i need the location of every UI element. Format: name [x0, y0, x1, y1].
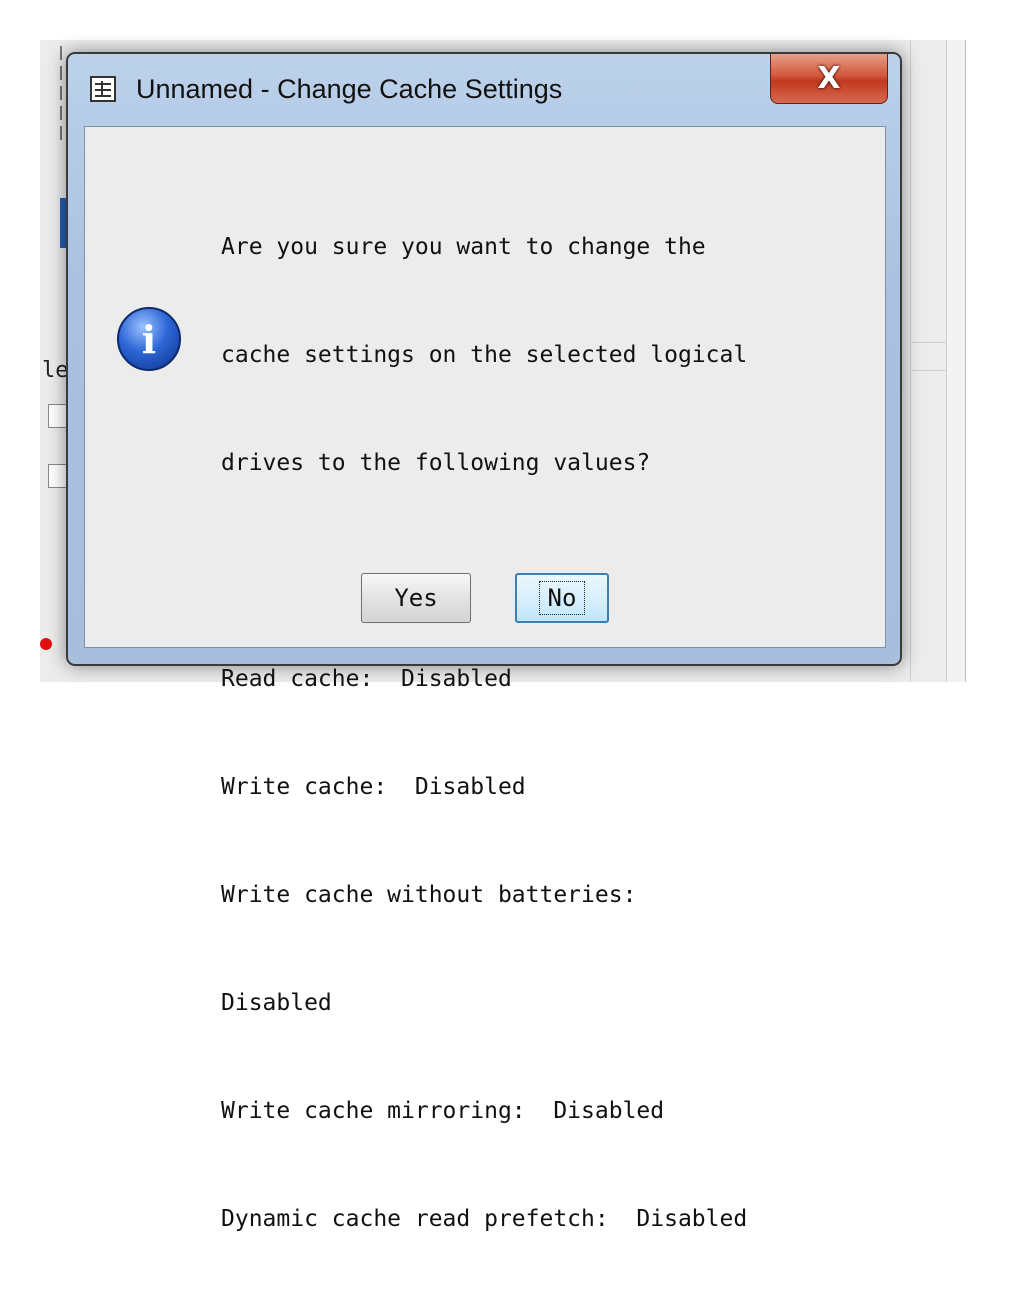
confirmation-message: Are you sure you want to change the cach… [221, 157, 747, 1309]
dialog-content: i Are you sure you want to change the ca… [84, 126, 886, 1232]
dialog-title: Unnamed - Change Cache Settings [136, 74, 563, 104]
message-line: Write cache mirroring: Disabled [221, 1098, 665, 1124]
close-icon: X [817, 61, 841, 96]
no-button-label: No [538, 581, 586, 615]
yes-button[interactable]: Yes [361, 573, 471, 623]
close-button[interactable]: X [770, 54, 888, 104]
message-line: drives to the following values? [221, 450, 651, 476]
background-status-dot-icon [40, 638, 52, 650]
message-line: Disabled [221, 990, 332, 1016]
background-checkbox[interactable] [48, 464, 68, 488]
background-divider [910, 342, 946, 343]
message-line: Dynamic cache read prefetch: Disabled [221, 1206, 748, 1232]
message-line: Write cache without batteries: [221, 882, 637, 908]
information-icon: i [117, 307, 181, 371]
message-line: Are you sure you want to change the [221, 234, 706, 260]
message-line: Write cache: Disabled [221, 774, 526, 800]
background-divider [910, 40, 911, 682]
message-line [221, 553, 747, 589]
background-checkbox[interactable] [48, 404, 68, 428]
background-divider [910, 370, 946, 371]
app-window-icon [90, 76, 116, 102]
background-partial-label: le [42, 358, 69, 383]
message-line: Read cache: Disabled [221, 666, 512, 692]
background-scrollbar[interactable] [946, 40, 965, 682]
message-line: cache settings on the selected logical [221, 342, 748, 368]
dialog-title-bar[interactable]: Unnamed - Change Cache Settings X [68, 54, 900, 126]
no-button[interactable]: No [515, 573, 609, 623]
change-cache-settings-dialog: Unnamed - Change Cache Settings X i Are … [66, 52, 902, 1232]
